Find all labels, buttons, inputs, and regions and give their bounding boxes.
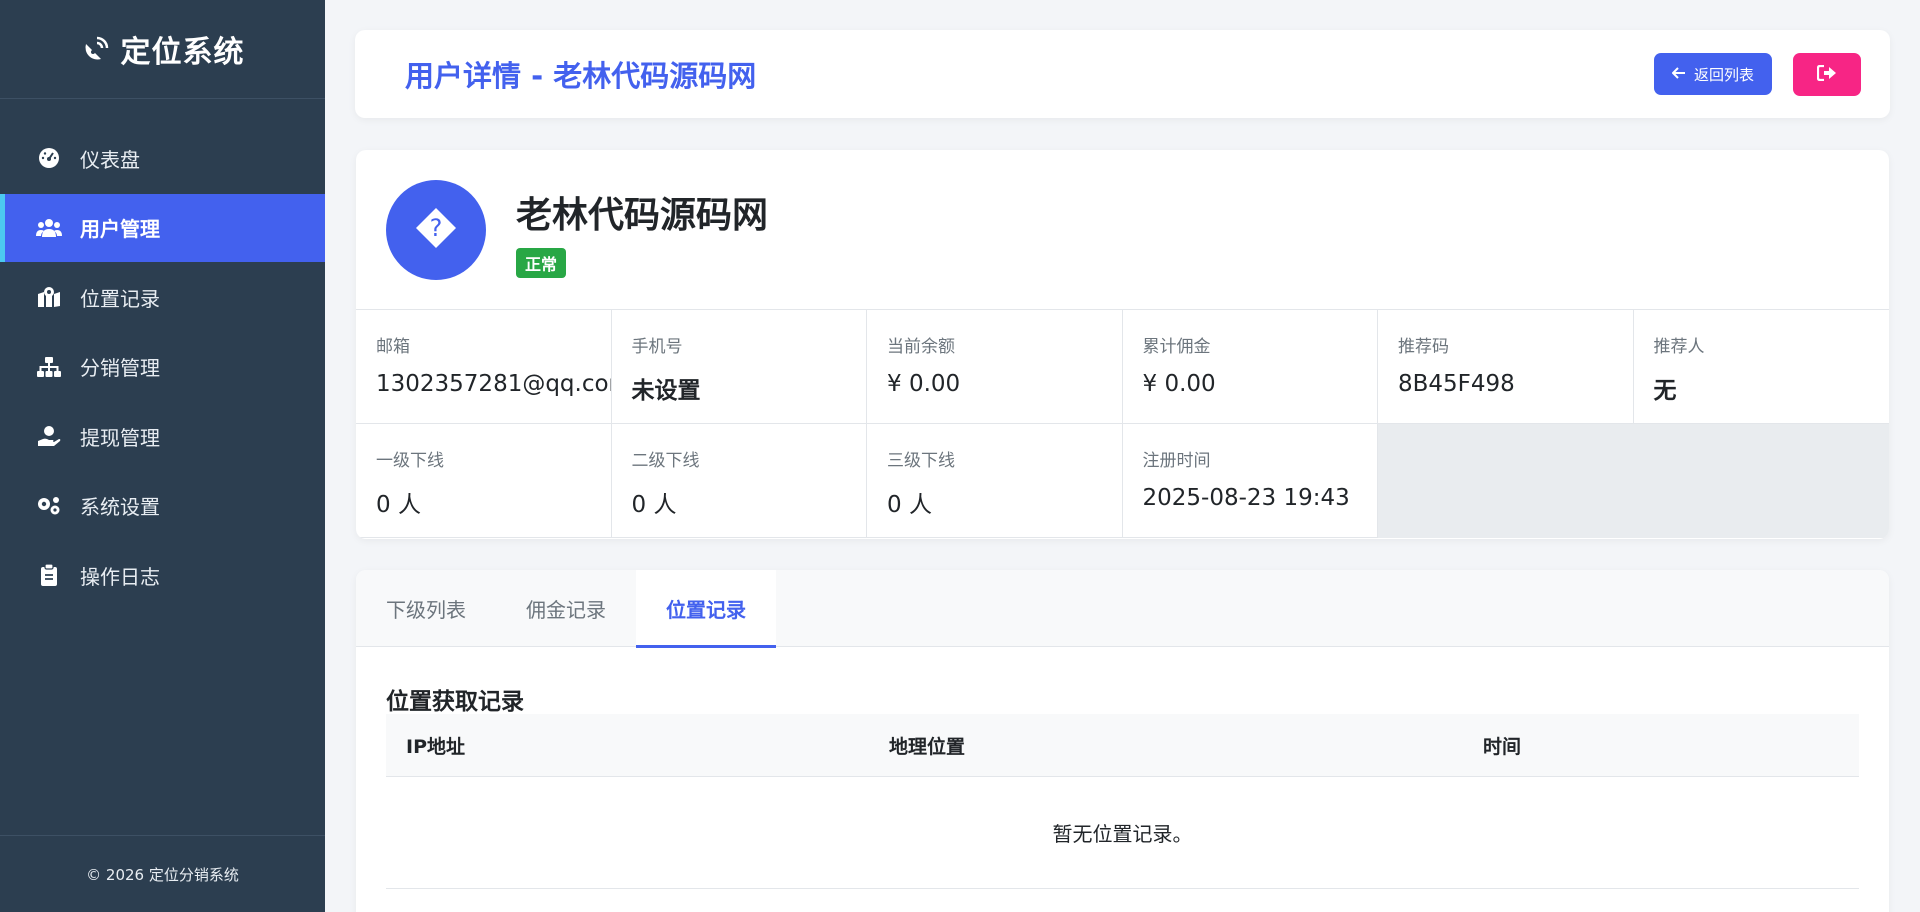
empty-state: 暂无位置记录。 <box>386 777 1859 889</box>
column-header-location: 地理位置 <box>889 735 966 758</box>
tabs-bar: 下级列表 佣金记录 位置记录 <box>356 570 1889 648</box>
info-value: ¥ 0.00 <box>887 371 961 397</box>
info-cell-empty <box>1378 424 1634 538</box>
sidebar-item-users[interactable]: 用户管理 <box>0 193 325 262</box>
users-icon <box>36 215 62 241</box>
info-label: 注册时间 <box>1142 451 1211 471</box>
avatar: ? <box>386 180 486 280</box>
header-actions: 返回列表 <box>1653 52 1861 96</box>
sidebar-footer: © 2026 定位分销系统 <box>0 835 325 912</box>
column-header-ip: IP地址 <box>406 735 465 758</box>
info-label: 推荐人 <box>1653 337 1705 357</box>
info-label: 累计佣金 <box>1142 337 1211 357</box>
page-title: 用户详情 - 老林代码源码网 <box>405 59 757 93</box>
info-value: 未设置 <box>631 378 701 404</box>
tachometer-icon <box>36 145 62 171</box>
user-secret-icon: ? <box>414 206 458 254</box>
info-cell-level1: 一级下线 0 人 <box>356 424 612 538</box>
info-value: 0 人 <box>887 492 932 518</box>
sign-out-icon <box>1816 64 1837 84</box>
satellite-dish-icon <box>81 34 111 64</box>
user-name: 老林代码源码网 <box>516 195 769 236</box>
sidebar-nav: 仪表盘 用户管理 位置记录 分销管理 提现管理 系统设置 操作日志 <box>0 124 325 611</box>
brand-title: 定位系统 <box>120 35 245 70</box>
cogs-icon <box>36 493 62 519</box>
tabs-card: 下级列表 佣金记录 位置记录 位置获取记录 IP地址 地理位置 时间 暂无位置记… <box>356 570 1889 912</box>
info-label: 三级下线 <box>887 451 955 471</box>
sidebar-item-label: 操作日志 <box>80 564 160 589</box>
tab-locations[interactable]: 位置记录 <box>636 570 776 648</box>
logout-button[interactable] <box>1793 52 1861 96</box>
info-cell-referrer: 推荐人 无 <box>1633 310 1889 424</box>
hand-holding-dollar-icon <box>36 423 62 449</box>
sidebar-item-label: 仪表盘 <box>80 147 140 172</box>
column-header-time: 时间 <box>1483 735 1522 758</box>
info-cell-balance: 当前余额 ¥ 0.00 <box>867 310 1123 424</box>
info-value: ¥ 0.00 <box>1142 371 1216 397</box>
info-cell-email: 邮箱 1302357281@qq.com <box>356 310 612 424</box>
sitemap-icon <box>36 354 62 380</box>
sidebar-item-label: 位置记录 <box>80 286 160 311</box>
status-badge: 正常 <box>516 248 567 278</box>
info-label: 二级下线 <box>631 451 700 471</box>
info-cell-level2: 二级下线 0 人 <box>611 424 867 538</box>
info-value: 1302357281@qq.com <box>376 371 612 397</box>
profile-summary: ? 老林代码源码网 正常 <box>356 150 1889 310</box>
info-label: 一级下线 <box>376 451 444 471</box>
sidebar-item-logs[interactable]: 操作日志 <box>0 541 325 609</box>
sidebar-item-label: 分销管理 <box>80 356 160 380</box>
info-label: 邮箱 <box>376 337 410 357</box>
sidebar-item-dashboard[interactable]: 仪表盘 <box>0 124 325 192</box>
info-cell-register-time: 注册时间 2025-08-23 19:43 <box>1122 424 1378 538</box>
page-header: 用户详情 - 老林代码源码网 返回列表 <box>355 30 1890 118</box>
sidebar-item-label: 用户管理 <box>80 217 160 241</box>
sidebar-item-settings[interactable]: 系统设置 <box>0 472 325 540</box>
info-grid: 邮箱 1302357281@qq.com 手机号 未设置 当前余额 ¥ 0.00… <box>356 310 1889 538</box>
info-value: 0 人 <box>631 492 677 518</box>
info-label: 手机号 <box>631 337 683 357</box>
info-value: 0 人 <box>376 492 421 518</box>
table-header: IP地址 地理位置 时间 <box>386 714 1859 777</box>
profile-card: ? 老林代码源码网 正常 邮箱 1302357281@qq.com 手机号 未设… <box>356 150 1889 539</box>
info-value: 2025-08-23 19:43 <box>1142 485 1350 511</box>
info-cell-phone: 手机号 未设置 <box>611 310 867 424</box>
tab-commissions[interactable]: 佣金记录 <box>496 570 636 647</box>
back-to-list-label: 返回列表 <box>1693 65 1754 84</box>
arrow-left-icon <box>1671 65 1686 83</box>
info-value: 8B45F498 <box>1398 371 1515 397</box>
clipboard-list-icon <box>36 562 62 588</box>
info-cell-empty <box>1633 424 1889 538</box>
svg-text:?: ? <box>430 214 443 242</box>
sidebar-item-label: 提现管理 <box>80 425 160 450</box>
sidebar-item-label: 系统设置 <box>80 495 160 519</box>
back-to-list-button[interactable]: 返回列表 <box>1653 53 1772 95</box>
info-label: 推荐码 <box>1398 337 1449 357</box>
info-cell-level3: 三级下线 0 人 <box>867 424 1123 538</box>
tab-subordinates[interactable]: 下级列表 <box>356 570 496 647</box>
info-label: 当前余额 <box>887 337 955 357</box>
sidebar-item-withdrawals[interactable]: 提现管理 <box>0 402 325 470</box>
info-cell-referral-code: 推荐码 8B45F498 <box>1378 310 1634 424</box>
location-table: IP地址 地理位置 时间 暂无位置记录。 <box>386 714 1859 889</box>
info-cell-total-commission: 累计佣金 ¥ 0.00 <box>1122 310 1378 424</box>
section-title: 位置获取记录 <box>386 689 524 715</box>
info-value: 无 <box>1653 378 1677 404</box>
map-marked-icon <box>36 284 62 310</box>
sidebar: 定位系统 仪表盘 用户管理 位置记录 分销管理 提现管理 系统设置 操作日志 ©… <box>0 0 325 912</box>
brand[interactable]: 定位系统 <box>0 0 325 99</box>
sidebar-item-distribution[interactable]: 分销管理 <box>0 333 325 401</box>
sidebar-item-locations[interactable]: 位置记录 <box>0 263 325 331</box>
